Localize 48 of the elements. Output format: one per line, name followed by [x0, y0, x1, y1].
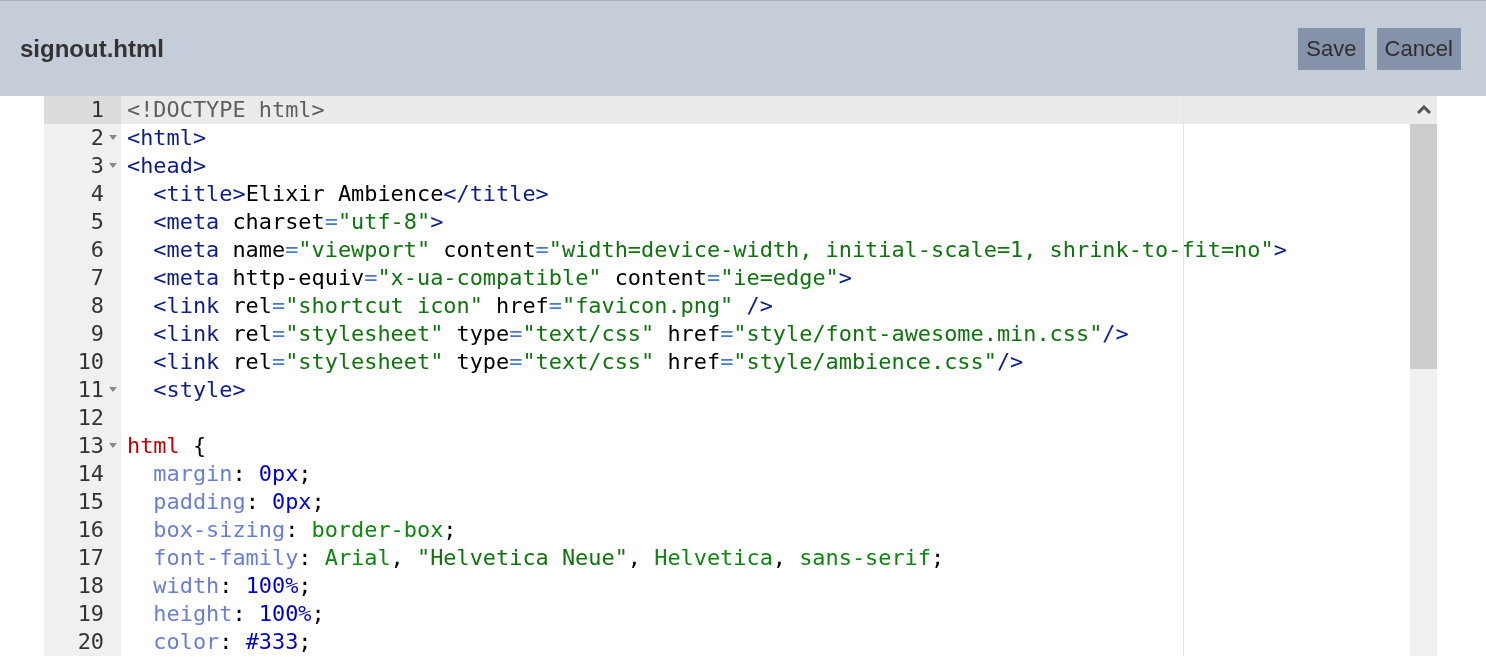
- line-number: 18: [77, 572, 104, 600]
- line-number: 5: [90, 208, 104, 236]
- fold-arrow-icon[interactable]: [106, 387, 119, 393]
- line-number: 15: [77, 488, 104, 516]
- fold-arrow-icon[interactable]: [106, 135, 119, 141]
- line-number: 1: [90, 96, 104, 124]
- code-line: color: #333;: [152, 628, 313, 656]
- line-number: 13: [77, 432, 104, 460]
- code-line: width: 100%;: [152, 572, 313, 600]
- code-line: <style>: [152, 376, 247, 404]
- scroll-up-icon[interactable]: [1410, 96, 1437, 124]
- line-number: 12: [77, 404, 104, 432]
- code-line: box-sizing: border-box;: [152, 516, 458, 544]
- code-line: <head>: [126, 152, 208, 180]
- fold-arrow-icon[interactable]: [106, 443, 119, 449]
- line-number: 10: [77, 348, 104, 376]
- code-line: <meta charset="utf-8">: [152, 208, 445, 236]
- line-number: 14: [77, 460, 104, 488]
- code-line: padding: 0px;: [152, 488, 326, 516]
- line-number: 7: [90, 264, 104, 292]
- line-number: 6: [90, 236, 104, 264]
- code-line: <link rel="stylesheet" type="text/css" href="style/ambience.css"/>: [152, 348, 1025, 376]
- line-number: 2: [90, 124, 104, 152]
- line-number: 11: [77, 376, 104, 404]
- line-number: 3: [90, 152, 104, 180]
- header-button[interactable]: Save: [1298, 27, 1365, 70]
- code-line: <link rel="stylesheet" type="text/css" href="style/font-awesome.min.css"/>: [152, 320, 1130, 348]
- code-line: html {: [126, 432, 208, 460]
- code-line: <meta http-equiv="x-ua-compatible" content="ie=edge">: [152, 264, 853, 292]
- code-line: <title>Elixir Ambience</title>: [152, 180, 550, 208]
- line-number: 19: [77, 600, 104, 628]
- line-number: 20: [77, 628, 104, 656]
- code-line: <html>: [126, 124, 208, 152]
- scrollbar[interactable]: [1410, 96, 1437, 656]
- line-number: 8: [90, 292, 104, 320]
- fold-arrow-icon[interactable]: [106, 163, 119, 169]
- code-line: font-family: Arial, "Helvetica Neue", Helvetica, sans-serif;: [152, 544, 946, 572]
- line-number: 4: [90, 180, 104, 208]
- scrollbar-thumb[interactable]: [1410, 124, 1437, 369]
- file-title: signout.html: [20, 34, 164, 63]
- code-line: <link rel="shortcut icon" href="favicon.png" />: [152, 292, 774, 320]
- code-line: <meta name="viewport" content="width=device-width, initial-scale=1, shrink-to-fit=no">: [152, 236, 1288, 264]
- header-button[interactable]: Cancel: [1376, 27, 1461, 70]
- line-number: 9: [90, 320, 104, 348]
- line-number: 16: [77, 516, 104, 544]
- line-number: 17: [77, 544, 104, 572]
- code-line: margin: 0px;: [152, 460, 313, 488]
- code-line: height: 100%;: [152, 600, 326, 628]
